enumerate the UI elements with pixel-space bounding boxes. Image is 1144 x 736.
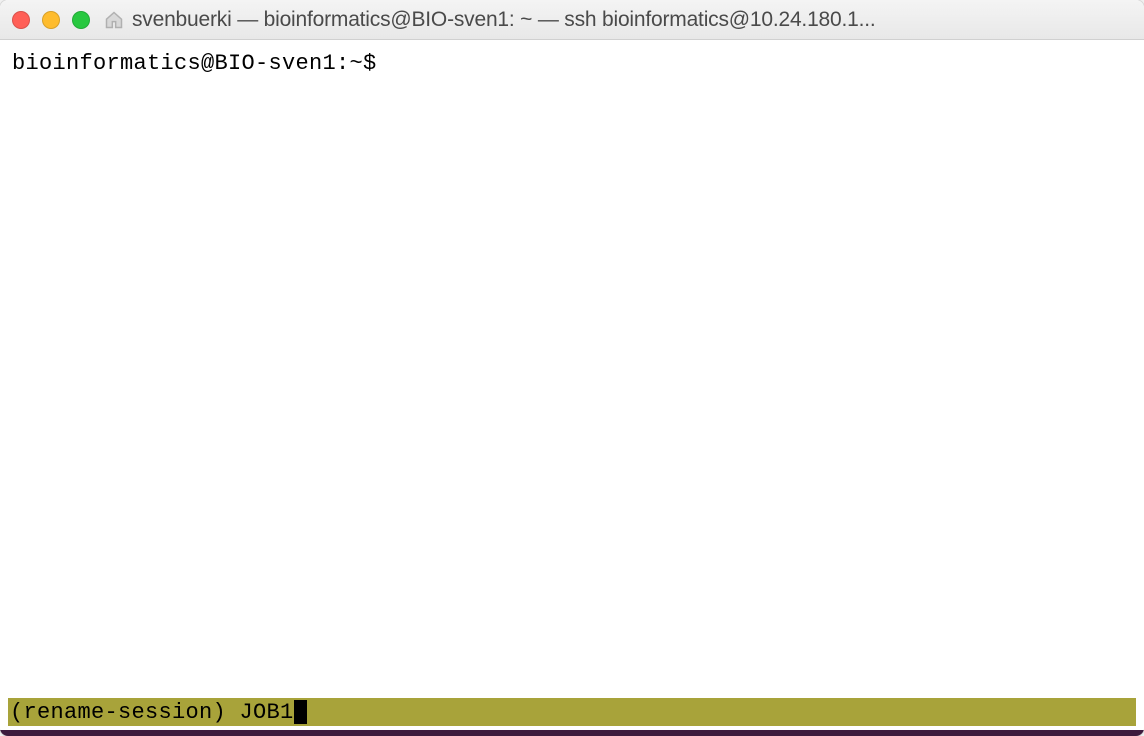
tmux-status-bar[interactable]: (rename-session) JOB1 <box>8 698 1136 726</box>
window-title: svenbuerki — bioinformatics@BIO-sven1: ~… <box>132 8 1132 32</box>
home-icon <box>104 10 124 30</box>
bottom-strip <box>0 730 1144 736</box>
status-command-label: (rename-session) <box>10 700 240 725</box>
traffic-lights <box>12 11 90 29</box>
minimize-icon[interactable] <box>42 11 60 29</box>
cursor-icon <box>294 700 307 724</box>
terminal-body[interactable]: bioinformatics@BIO-sven1:~$ <box>0 40 1144 698</box>
prompt-text: bioinformatics@BIO-sven1:~$ <box>12 51 377 76</box>
titlebar[interactable]: svenbuerki — bioinformatics@BIO-sven1: ~… <box>0 0 1144 40</box>
close-icon[interactable] <box>12 11 30 29</box>
session-name-input[interactable]: JOB1 <box>240 700 294 725</box>
shell-prompt: bioinformatics@BIO-sven1:~$ <box>12 50 1132 79</box>
maximize-icon[interactable] <box>72 11 90 29</box>
terminal-window: svenbuerki — bioinformatics@BIO-sven1: ~… <box>0 0 1144 736</box>
